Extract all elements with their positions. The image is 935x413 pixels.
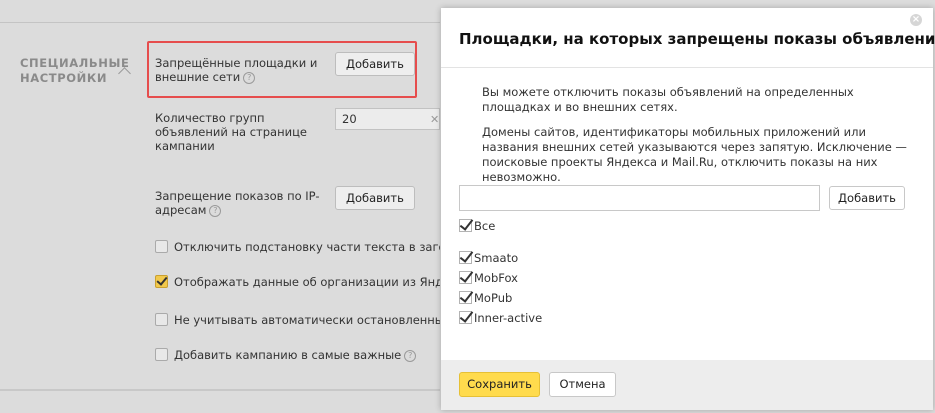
network-checkbox[interactable]: Inner-active — [459, 309, 542, 327]
checkbox-label: Добавить кампанию в самые важные — [174, 348, 402, 362]
checkbox[interactable] — [459, 291, 472, 304]
settings-panel: СПЕЦИАЛЬНЫЕ НАСТРОЙКИ Запрещённые площад… — [0, 0, 440, 413]
checkbox[interactable] — [155, 240, 168, 253]
checkbox-label: Отключить подстановку части текста в заг… — [174, 240, 440, 254]
checkbox-row[interactable]: Отображать данные об организации из Янде… — [155, 275, 440, 291]
ip-ban-label: Запрещение показов по IP-адресам? — [155, 189, 320, 217]
checkbox[interactable] — [459, 311, 472, 324]
checkbox[interactable] — [155, 313, 168, 326]
section-title: СПЕЦИАЛЬНЫЕ НАСТРОЙКИ — [20, 56, 130, 85]
checkbox-row[interactable]: Не учитывать автоматически остановленные… — [155, 313, 440, 329]
dialog-title: Площадки, на которых запрещены показы об… — [459, 30, 935, 48]
checkbox[interactable] — [155, 348, 168, 361]
domains-input[interactable] — [459, 185, 820, 211]
checkbox[interactable] — [459, 271, 472, 284]
add-domain-button[interactable]: Добавить — [829, 186, 905, 210]
cancel-button[interactable]: Отмена — [549, 372, 616, 397]
network-label: MobFox — [474, 271, 518, 285]
checkbox-label: Не учитывать автоматически остановленные… — [174, 313, 440, 327]
divider — [441, 67, 933, 68]
dialog-description: Вы можете отключить показы объявлений на… — [482, 85, 854, 114]
help-icon[interactable]: ? — [404, 349, 417, 362]
dialog-note: Домены сайтов, идентификаторы мобильных … — [482, 125, 907, 184]
help-icon[interactable]: ? — [209, 204, 222, 217]
divider — [0, 22, 440, 23]
ad-groups-input[interactable]: 20 — [335, 108, 440, 130]
checkbox-label: Все — [474, 219, 496, 233]
save-button[interactable]: Сохранить — [459, 372, 540, 397]
highlight-frame — [147, 41, 417, 98]
select-all-checkbox[interactable]: Все — [459, 217, 495, 235]
ad-groups-label: Количество групп объявлений на странице … — [155, 111, 307, 153]
ip-ban-add-button[interactable]: Добавить — [335, 186, 415, 210]
checkbox[interactable] — [459, 219, 472, 232]
checkbox-row[interactable]: Добавить кампанию в самые важные? — [155, 348, 417, 364]
network-label: MoPub — [474, 291, 513, 305]
clear-icon[interactable]: ✕ — [430, 113, 439, 126]
network-label: Inner-active — [474, 311, 543, 325]
checkbox-row[interactable]: Отключить подстановку части текста в заг… — [155, 240, 440, 256]
checkbox[interactable] — [459, 251, 472, 264]
network-label: Smaato — [474, 251, 519, 265]
checkbox[interactable] — [155, 275, 168, 288]
checkbox-label: Отображать данные об организации из Янде… — [174, 275, 440, 289]
network-checkbox[interactable]: MobFox — [459, 269, 518, 287]
network-checkbox[interactable]: Smaato — [459, 249, 518, 267]
network-checkbox[interactable]: MoPub — [459, 289, 512, 307]
divider — [0, 389, 440, 391]
close-icon[interactable]: × — [910, 14, 922, 26]
